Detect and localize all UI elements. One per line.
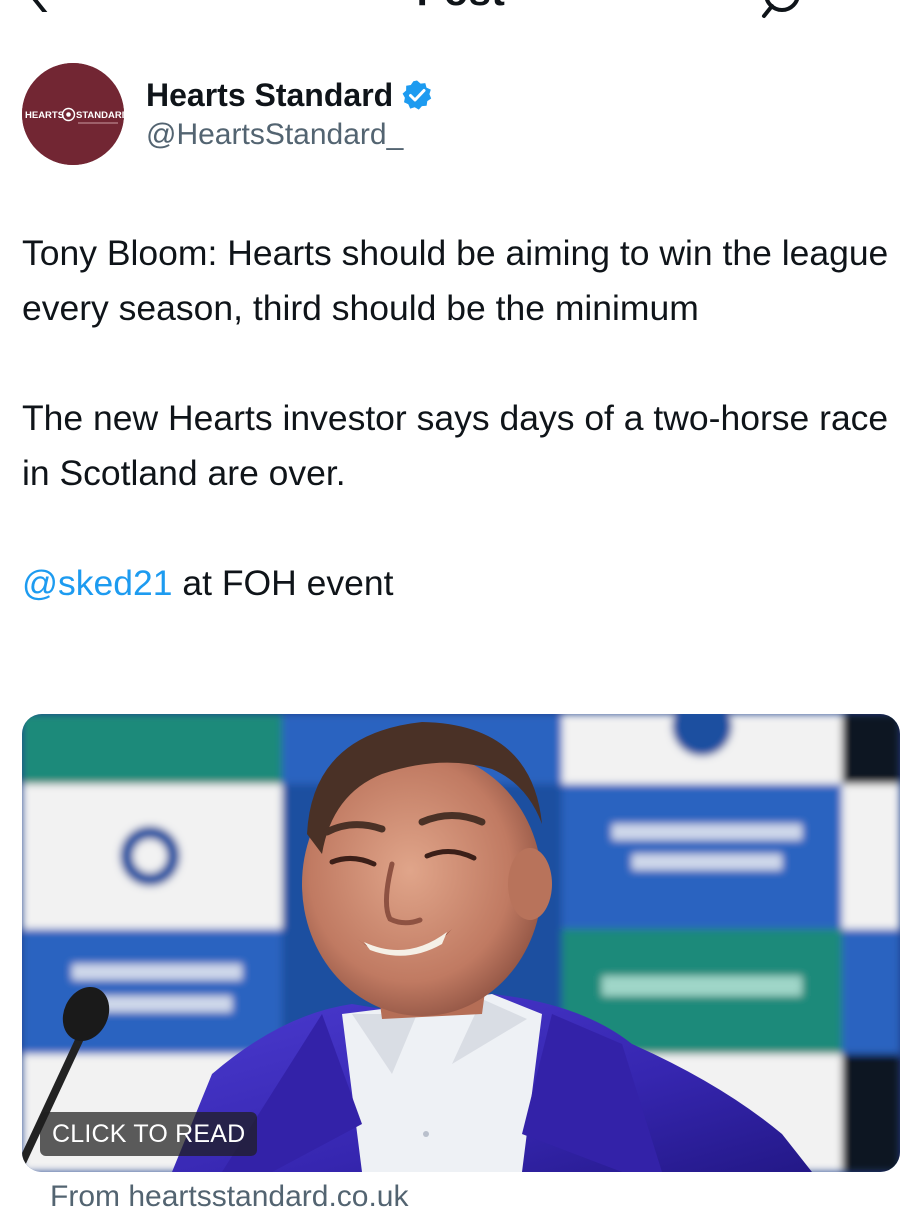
mention-link[interactable]: @sked21 [22,563,173,603]
reply-icon [762,0,799,18]
hearts-standard-logo: HEARTS STANDARD [22,63,124,165]
tweet-paragraph-1: Tony Bloom: Hearts should be aiming to w… [22,233,889,328]
reply-button[interactable] [752,0,808,20]
tweet-paragraph-3: @sked21 at FOH event [22,556,902,611]
user-handle[interactable]: @HeartsStandard_ [146,118,433,152]
article-photo [22,714,900,1172]
link-card[interactable]: CLICK TO READ [22,714,900,1172]
verified-badge-icon [402,80,432,110]
tweet-paragraph-2: The new Hearts investor says days of a t… [22,398,889,493]
tweet-text: Tony Bloom: Hearts should be aiming to w… [22,226,902,611]
top-nav-bar: Post [0,0,922,20]
svg-text:STANDARD: STANDARD [76,110,124,121]
author-info: Hearts Standard @HeartsStandard_ [146,74,433,152]
mention-suffix: at FOH event [172,563,394,603]
display-name[interactable]: Hearts Standard [146,77,393,114]
avatar[interactable]: HEARTS STANDARD [22,63,124,165]
svg-text:HEARTS: HEARTS [25,110,64,121]
click-to-read-badge[interactable]: CLICK TO READ [40,1112,258,1156]
card-source[interactable]: From heartsstandard.co.uk [50,1180,409,1214]
